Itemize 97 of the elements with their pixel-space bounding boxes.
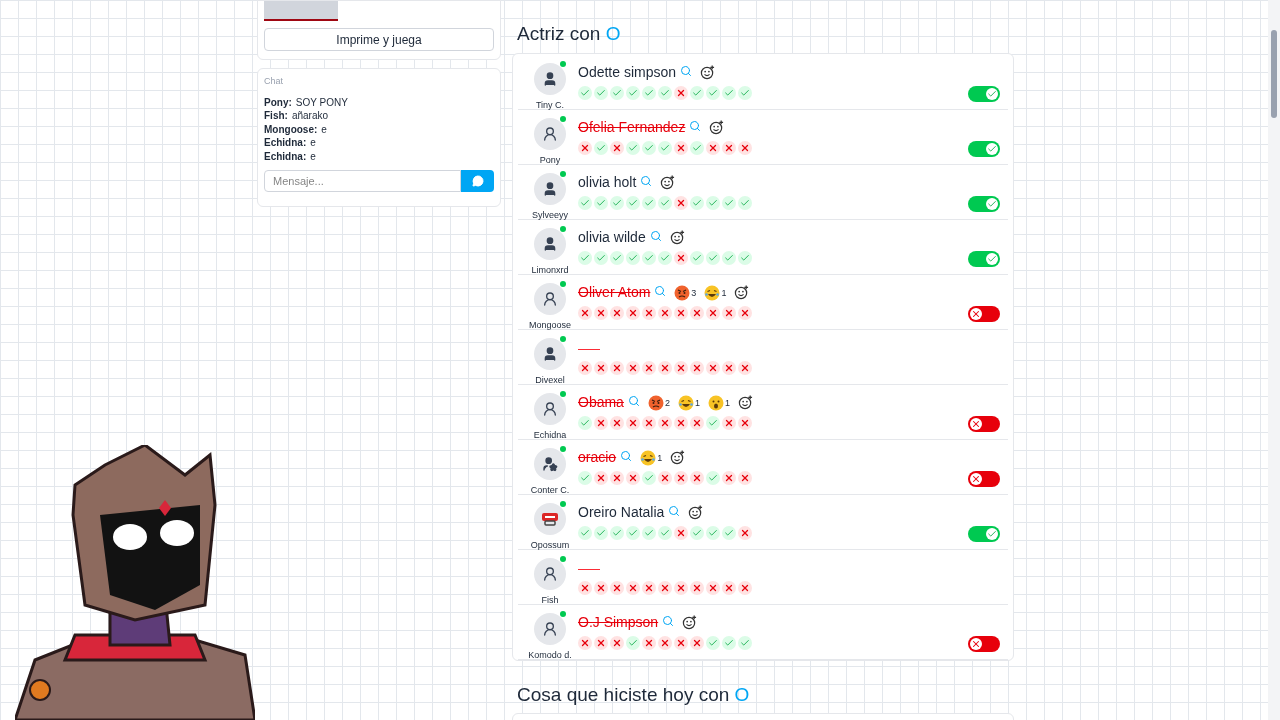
person-icon [542,180,558,197]
search-icon[interactable] [662,614,675,627]
check-icon [987,143,997,154]
answer-text: Ofelia Fernandez [578,118,686,137]
cross-icon [971,308,981,319]
search-icon[interactable] [668,504,681,517]
search-icon[interactable] [689,119,702,132]
section-heading: Actriz con O [516,22,622,46]
reaction-count: 2 [664,397,670,410]
chat-message: añarako [291,109,329,123]
cross-icon [971,418,981,429]
cross-icon [971,473,981,484]
search-icon[interactable] [627,394,640,407]
add-reaction-icon[interactable] [734,285,750,300]
person-icon [542,125,558,142]
answer-text: Oliver Atom [578,283,651,302]
laughing-face-icon [640,449,657,466]
search-icon[interactable] [649,229,662,242]
person-icon [542,400,558,417]
search-icon[interactable] [640,174,653,187]
check-icon [987,88,997,99]
add-reaction-icon[interactable] [660,175,676,190]
chat-message: e [310,136,316,150]
username: Fish [541,593,559,607]
username: Sylveeyy [532,208,568,222]
chat-message: SOY PONY [295,95,348,109]
chat-user: Mongoose: [264,122,318,136]
chat-title: Chat [264,75,284,88]
username: Tiny C. [535,98,565,112]
check-icon [987,253,997,264]
section-heading: Cosa que hiciste hoy con O [516,682,751,707]
person-star-icon [542,455,558,472]
stop-sign-icon [540,510,560,527]
username: Opossum [530,538,570,552]
chat-user: Pony: [264,95,292,109]
toggle-switch[interactable] [968,250,1000,267]
person-icon [542,70,558,87]
add-reaction-icon[interactable] [700,65,716,80]
person-icon [542,565,558,582]
username: Pony [539,153,561,167]
username: Conter C. [530,483,570,497]
add-reaction-icon[interactable] [669,230,685,245]
chat-icon [471,175,484,187]
answer-text: O.J Simpson [578,613,659,632]
add-reaction-icon[interactable] [682,615,698,630]
answer-text: Odette simpson [578,63,677,82]
reaction-count: 1 [657,452,663,465]
answer-text: olivia wilde [578,228,646,247]
reaction-count: 1 [721,287,727,300]
username: Echidna [533,428,567,442]
angry-face-icon [647,394,664,411]
add-reaction-icon[interactable] [670,450,686,465]
answer-text: oracio [578,448,617,467]
print-button[interactable]: Imprime y juega [264,28,494,51]
toggle-switch[interactable] [968,305,1000,322]
toggle-switch[interactable] [968,415,1000,432]
angry-face-icon [674,284,691,301]
cross-icon [971,638,981,649]
reaction-count: 1 [694,397,700,410]
chat-user: Echidna: [264,149,307,163]
reaction-count: 1 [724,397,730,410]
add-reaction-icon[interactable] [688,505,704,520]
toggle-switch[interactable] [968,525,1000,542]
toggle-switch[interactable] [968,195,1000,212]
username: Divexel [535,373,565,387]
chat-user: Fish: [264,109,288,123]
search-icon[interactable] [654,284,667,297]
username: Komodo d. [528,648,572,662]
username: Limonxrd [531,263,569,277]
answer-text: Obama [578,393,624,412]
chat-message: e [321,122,327,136]
person-icon [542,345,558,362]
add-reaction-icon[interactable] [737,395,753,410]
toggle-switch[interactable] [968,635,1000,652]
answer-text: olivia holt [578,173,637,192]
person-icon [542,620,558,637]
chat-message: e [310,149,316,163]
message-input[interactable]: Mensaje... [264,170,461,192]
check-icon [987,198,997,209]
laughing-face-icon [677,394,694,411]
person-icon [542,235,558,252]
search-icon[interactable] [680,64,693,77]
surprised-face-icon [707,394,724,411]
toggle-switch[interactable] [968,140,1000,157]
chat-user: Echidna: [264,136,307,150]
toggle-switch[interactable] [968,470,1000,487]
scrollbar[interactable] [1268,0,1280,720]
person-icon [542,290,558,307]
toggle-switch[interactable] [968,85,1000,102]
reaction-count: 3 [691,287,697,300]
search-icon[interactable] [620,449,633,462]
answer-text: Oreiro Natalia [578,503,665,522]
username: Mongoose [529,318,571,332]
laughing-face-icon [704,284,721,301]
check-icon [987,528,997,539]
send-button[interactable] [461,170,494,192]
add-reaction-icon[interactable] [709,120,725,135]
